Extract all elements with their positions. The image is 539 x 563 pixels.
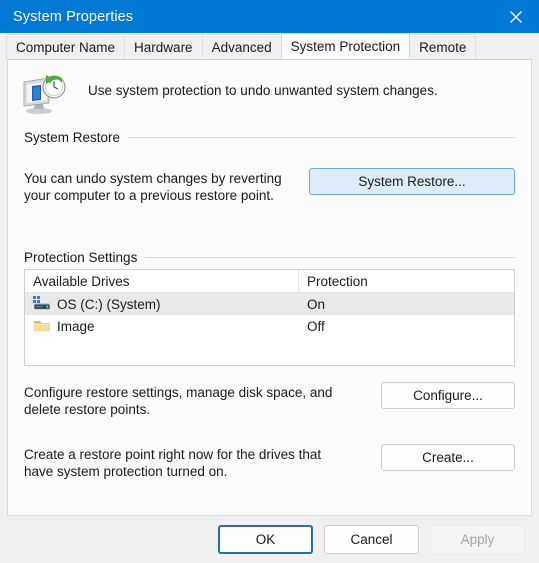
system-restore-description: You can undo system changes by reverting… bbox=[24, 171, 282, 203]
dialog-button-bar: OK Cancel Apply bbox=[0, 516, 539, 563]
protection-status: On bbox=[307, 296, 326, 312]
protection-settings-group-title: Protection Settings bbox=[24, 249, 138, 265]
drive-cell: OS (C:) (System) bbox=[25, 296, 299, 312]
protection-settings-group-header: Protection Settings bbox=[24, 248, 515, 266]
drive-label: Image bbox=[57, 318, 95, 334]
configure-row: Configure restore settings, manage disk … bbox=[24, 382, 515, 418]
window-title: System Properties bbox=[13, 8, 134, 25]
close-button[interactable] bbox=[493, 0, 539, 33]
column-header-available-drives[interactable]: Available Drives bbox=[25, 270, 299, 292]
ok-button[interactable]: OK bbox=[218, 525, 313, 554]
tab-label: Computer Name bbox=[16, 39, 116, 55]
drive-cell: Image bbox=[25, 318, 299, 334]
title-bar: System Properties bbox=[0, 0, 539, 33]
intro-row: Use system protection to undo unwanted s… bbox=[8, 60, 531, 122]
cancel-button[interactable]: Cancel bbox=[324, 525, 419, 554]
close-icon bbox=[509, 10, 523, 24]
tab-system-protection[interactable]: System Protection bbox=[280, 33, 411, 59]
group-divider bbox=[145, 256, 515, 258]
apply-button: Apply bbox=[430, 525, 525, 554]
protection-settings-group: Protection Settings Available Drives Pro… bbox=[8, 248, 531, 480]
configure-description: Configure restore settings, manage disk … bbox=[24, 385, 333, 417]
tab-panel-system-protection: Use system protection to undo unwanted s… bbox=[7, 59, 532, 516]
system-restore-row: You can undo system changes by reverting… bbox=[24, 168, 515, 204]
create-button[interactable]: Create... bbox=[381, 444, 515, 471]
tab-label: System Protection bbox=[290, 38, 401, 54]
available-drives-list[interactable]: Available Drives Protection OS (C:) (Sys… bbox=[24, 269, 515, 366]
system-restore-group-header: System Restore bbox=[24, 128, 515, 146]
configure-button[interactable]: Configure... bbox=[381, 382, 515, 409]
tab-label: Remote bbox=[419, 39, 467, 55]
tab-remote[interactable]: Remote bbox=[409, 34, 477, 59]
column-header-protection[interactable]: Protection bbox=[299, 270, 514, 292]
tab-advanced[interactable]: Advanced bbox=[201, 34, 282, 59]
drive-label: OS (C:) (System) bbox=[57, 296, 161, 312]
table-row[interactable]: Image Off bbox=[25, 315, 514, 337]
create-row: Create a restore point right now for the… bbox=[24, 444, 515, 480]
protection-status: Off bbox=[307, 318, 325, 334]
tab-label: Advanced bbox=[211, 39, 272, 55]
system-restore-icon bbox=[22, 73, 68, 115]
tab-hardware[interactable]: Hardware bbox=[124, 34, 203, 59]
intro-description: Use system protection to undo unwanted s… bbox=[88, 83, 438, 98]
system-properties-dialog: System Properties Computer Name Hardware… bbox=[0, 0, 539, 563]
folder-icon bbox=[33, 318, 51, 334]
system-restore-group-title: System Restore bbox=[24, 129, 121, 145]
system-restore-button[interactable]: System Restore... bbox=[309, 168, 515, 195]
list-header-row: Available Drives Protection bbox=[25, 270, 514, 293]
hard-drive-icon bbox=[33, 296, 51, 312]
system-restore-group: System Restore You can undo system chang… bbox=[8, 128, 531, 204]
tab-strip: Computer Name Hardware Advanced System P… bbox=[0, 33, 539, 59]
group-divider bbox=[128, 136, 515, 138]
tab-computer-name[interactable]: Computer Name bbox=[6, 34, 126, 59]
tab-label: Hardware bbox=[134, 39, 193, 55]
table-row[interactable]: OS (C:) (System) On bbox=[25, 293, 514, 315]
create-description: Create a restore point right now for the… bbox=[24, 447, 322, 479]
